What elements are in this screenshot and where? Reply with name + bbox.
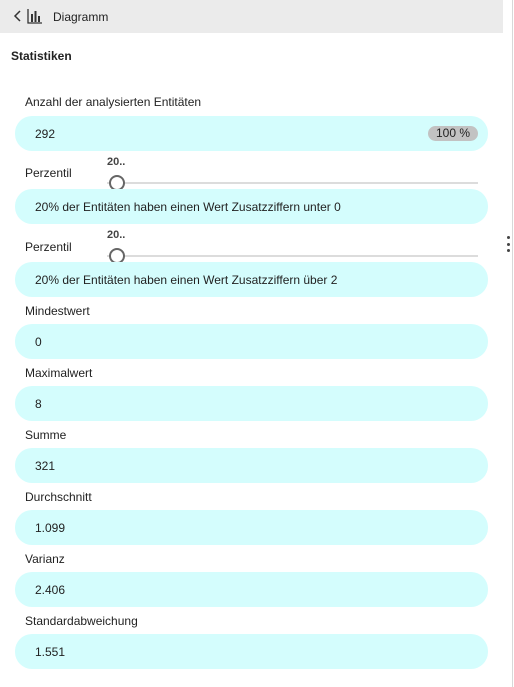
percentile-high-slider-row: Perzentil 20.. [0,228,503,264]
percentile-low-field: 20% der Entitäten haben einen Wert Zusat… [15,189,488,224]
more-options-icon[interactable] [505,236,511,252]
panel-divider [512,0,513,687]
percentile-low-description: 20% der Entitäten haben einen Wert Zusat… [35,199,341,214]
entities-field: 292 100 % [15,116,488,151]
bar-chart-icon [27,8,43,24]
panel-title: Diagramm [53,10,109,24]
entities-label: Anzahl der analysierten Entitäten [25,95,202,109]
max-label: Maximalwert [25,366,93,380]
sum-value: 321 [35,458,56,473]
variance-label: Varianz [25,552,65,566]
sum-label: Summe [25,428,67,442]
entities-value: 292 [35,126,56,141]
min-field: 0 [15,324,488,359]
variance-field: 2.406 [15,572,488,607]
section-title: Statistiken [11,49,72,63]
statistics-panel: Diagramm Statistiken Anzahl der analysie… [0,0,503,687]
sum-field: 321 [15,448,488,483]
percentile-low-slider-track[interactable] [107,182,478,184]
variance-value: 2.406 [35,582,66,597]
panel-header: Diagramm [0,0,503,33]
average-field: 1.099 [15,510,488,545]
chevron-left-icon[interactable] [10,8,26,24]
max-value: 8 [35,396,42,411]
min-label: Mindestwert [25,304,90,318]
percentile-low-slider-row: Perzentil 20.. [0,155,503,191]
percentile-high-description: 20% der Entitäten haben einen Wert Zusat… [35,272,338,287]
percentile-low-label: Perzentil [25,166,72,180]
average-label: Durchschnitt [25,490,92,504]
percentage-badge: 100 % [427,126,478,141]
average-value: 1.099 [35,520,66,535]
percentile-high-slider-value: 20.. [107,229,126,241]
percentile-high-field: 20% der Entitäten haben einen Wert Zusat… [15,262,488,297]
min-value: 0 [35,334,42,349]
percentile-high-slider-track[interactable] [107,255,478,257]
stddev-label: Standardabweichung [25,614,138,628]
stddev-value: 1.551 [35,644,66,659]
percentile-low-slider-value: 20.. [107,156,126,168]
stddev-field: 1.551 [15,634,488,669]
max-field: 8 [15,386,488,421]
percentile-high-label: Perzentil [25,240,72,254]
